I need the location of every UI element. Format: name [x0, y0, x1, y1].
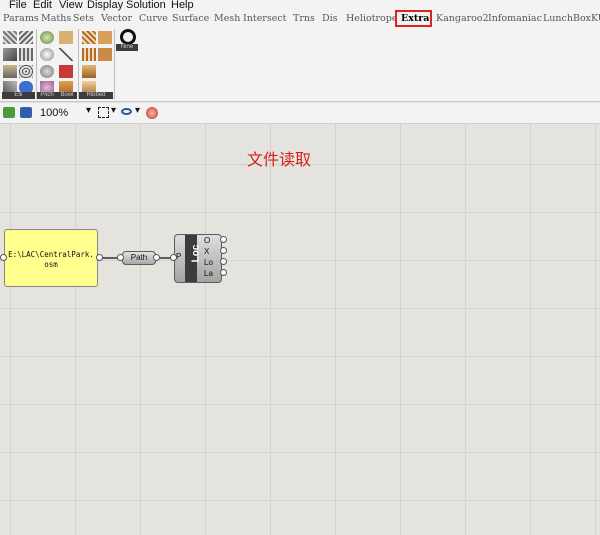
- ring-icon[interactable]: [120, 29, 136, 45]
- save-file-icon[interactable]: [20, 107, 32, 118]
- tab-maths[interactable]: Maths: [41, 13, 71, 24]
- pitch-icon-1[interactable]: [40, 31, 54, 44]
- pitch-icon-4[interactable]: [59, 48, 73, 61]
- tab-lunchbox[interactable]: LunchBox: [543, 13, 591, 24]
- menu-edit[interactable]: Edit: [33, 0, 52, 11]
- loc-input-grip[interactable]: [170, 254, 177, 261]
- loc-output-grip-lo[interactable]: [220, 258, 227, 265]
- pitch-icon-3[interactable]: [40, 48, 54, 61]
- elk-icon-6[interactable]: [19, 65, 33, 78]
- ribbon-group-elk: Elk: [2, 27, 35, 101]
- tab-sets[interactable]: Sets: [73, 13, 94, 24]
- tab-vector[interactable]: Vector: [101, 13, 132, 24]
- tab-heliotrope[interactable]: Heliotrope: [346, 13, 398, 24]
- panel-input-grip[interactable]: [0, 254, 7, 261]
- elk-icon-1[interactable]: [3, 31, 17, 44]
- menu-solution[interactable]: Solution: [126, 0, 166, 11]
- ribbed-icon-5[interactable]: [82, 65, 96, 78]
- loc-output-o: O: [204, 236, 211, 245]
- loc-output-grip-x[interactable]: [220, 247, 227, 254]
- path-input-grip[interactable]: [117, 254, 124, 261]
- loc-output-grip-o[interactable]: [220, 236, 227, 243]
- elk-icon-5[interactable]: [3, 65, 17, 78]
- loc-component-name: Loc: [190, 244, 202, 263]
- ribbed-icon-4[interactable]: [98, 48, 112, 61]
- wire-layer: [101, 257, 172, 259]
- bowl-icon-1[interactable]: [40, 65, 54, 78]
- ribbon-group-nine: Nine: [116, 27, 138, 51]
- preview-dropdown-icon[interactable]: ▾: [135, 105, 140, 116]
- ribbon-group-pitch-bowl: Pitch Bowl: [37, 27, 77, 101]
- ribbed-icon-2[interactable]: [98, 31, 112, 44]
- zoom-extents-icon[interactable]: [98, 107, 109, 118]
- loc-output-lo: Lo: [204, 258, 213, 267]
- ribbed-icon-1[interactable]: [82, 31, 96, 44]
- loc-output-x: X: [204, 247, 210, 256]
- path-parameter[interactable]: Path: [122, 251, 156, 265]
- tab-mesh[interactable]: Mesh: [214, 13, 240, 24]
- ribbon-group-label-elk: Elk: [2, 92, 35, 99]
- preview-eye-icon[interactable]: [121, 108, 132, 115]
- ribbon-tabs: Params Maths Sets Vector Curve Surface M…: [0, 12, 600, 27]
- tab-trns[interactable]: Trns: [293, 13, 315, 24]
- menu-help[interactable]: Help: [171, 0, 194, 11]
- pitch-icon-2[interactable]: [59, 31, 73, 44]
- active-tab-highlight: [395, 10, 432, 27]
- elk-icon-2[interactable]: [19, 31, 33, 44]
- menu-file[interactable]: File: [9, 0, 27, 11]
- path-output-grip[interactable]: [153, 254, 160, 261]
- tab-infomaniac[interactable]: Infomaniac: [488, 13, 542, 24]
- tab-params[interactable]: Params: [3, 13, 39, 24]
- ribbon-group-label-pitch: Pitch: [37, 92, 57, 99]
- panel-text: E:\LAC\CentralPark.osm: [8, 250, 94, 269]
- tab-surface[interactable]: Surface: [172, 13, 209, 24]
- canvas-toolbar: 100% ▾ ▾ ▾: [0, 103, 600, 124]
- tab-intersect[interactable]: Intersect: [243, 13, 287, 24]
- ribbon-group-label-nine: Nine: [116, 44, 138, 51]
- menu-view[interactable]: View: [59, 0, 83, 11]
- tab-dis[interactable]: Dis: [322, 13, 338, 24]
- loc-component[interactable]: P Loc O X Lo La: [174, 234, 222, 283]
- panel-output-grip[interactable]: [96, 254, 103, 261]
- ribbon-panel: Elk Pitch Bowl Ribbed Nine: [0, 27, 600, 102]
- open-file-icon[interactable]: [3, 107, 15, 118]
- ribbon-group-ribbed: Ribbed: [79, 27, 113, 101]
- zoom-extents-dropdown-icon[interactable]: ▾: [111, 105, 116, 116]
- elk-icon-4[interactable]: [19, 48, 33, 61]
- loc-output-la: La: [204, 269, 213, 278]
- ribbed-icon-3[interactable]: [82, 48, 96, 61]
- paint-icon[interactable]: [146, 107, 158, 119]
- zoom-level[interactable]: 100%: [40, 107, 68, 119]
- menu-display[interactable]: Display: [87, 0, 123, 11]
- ribbon-group-label-ribbed: Ribbed: [79, 92, 113, 99]
- menu-bar: File Edit View Display Solution Help: [0, 0, 600, 12]
- bowl-icon-2[interactable]: [59, 65, 73, 78]
- loc-output-grip-la[interactable]: [220, 269, 227, 276]
- ribbon-group-label-bowl: Bowl: [57, 92, 77, 99]
- file-path-panel[interactable]: E:\LAC\CentralPark.osm: [4, 229, 98, 287]
- grasshopper-canvas[interactable]: 文件读取 E:\LAC\CentralPark.osm Path P Loc O…: [0, 124, 600, 535]
- tab-curve[interactable]: Curve: [139, 13, 168, 24]
- ribbon-divider: [114, 29, 115, 99]
- zoom-dropdown-icon[interactable]: ▾: [86, 105, 91, 116]
- tab-kangaroo2[interactable]: Kangaroo2: [436, 13, 489, 24]
- tab-ku[interactable]: KU: [591, 13, 600, 24]
- elk-icon-3[interactable]: [3, 48, 17, 61]
